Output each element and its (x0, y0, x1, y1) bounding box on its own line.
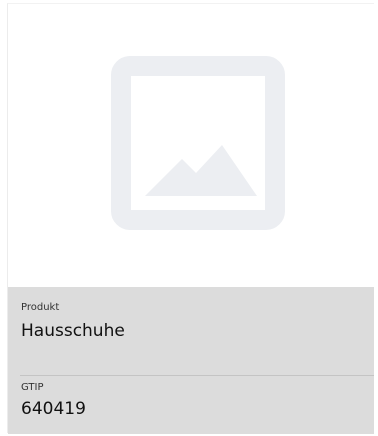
product-card: Produkt Hausschuhe GTIP 640419 (7, 3, 374, 434)
info-divider (20, 375, 374, 376)
gtip-label: GTIP (21, 382, 44, 393)
image-placeholder-icon (111, 56, 285, 230)
gtip-code: 640419 (21, 399, 86, 419)
product-info-panel: Produkt Hausschuhe GTIP 640419 (8, 287, 374, 434)
product-name: Hausschuhe (21, 321, 125, 341)
product-label: Produkt (21, 302, 60, 313)
product-image-area (8, 4, 374, 287)
